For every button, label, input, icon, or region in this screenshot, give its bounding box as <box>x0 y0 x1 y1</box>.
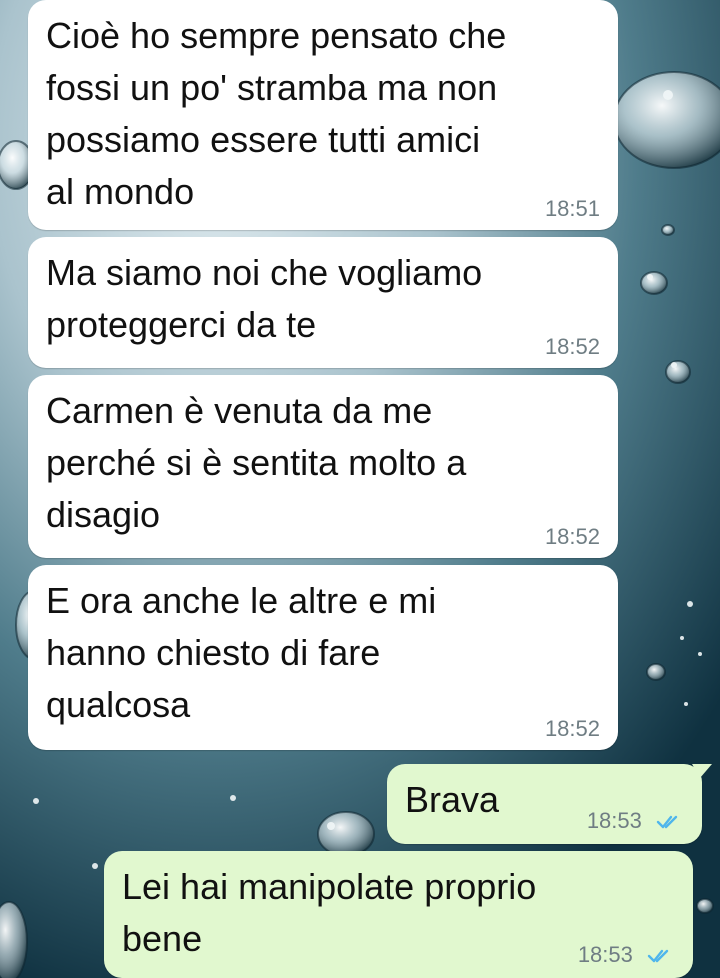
message-meta: 18:53 <box>587 810 684 834</box>
message-text: Carmen è venuta da me perché si è sentit… <box>46 390 467 535</box>
message-timestamp: 18:53 <box>586 808 642 833</box>
incoming-message-bubble[interactable]: Ma siamo noi che vogliamo proteggerci da… <box>28 237 618 368</box>
message-timestamp: 18:52 <box>544 716 600 741</box>
message-text: E ora anche le altre e mi hanno chiesto … <box>46 580 437 725</box>
double-check-icon <box>656 812 684 834</box>
bubble-tail <box>692 764 712 778</box>
message-text: Ma siamo noi che vogliamo proteggerci da… <box>46 252 483 345</box>
message-timestamp: 18:52 <box>544 334 600 359</box>
outgoing-message-bubble[interactable]: Lei hai manipolate proprio bene 18:53 <box>104 851 693 978</box>
message-timestamp: 18:52 <box>544 524 600 549</box>
double-check-icon <box>647 946 675 968</box>
incoming-message-bubble[interactable]: Carmen è venuta da me perché si è sentit… <box>28 375 618 558</box>
message-meta: 18:53 <box>578 944 675 968</box>
incoming-message-bubble[interactable]: Cioè ho sempre pensato che fossi un po' … <box>28 0 618 230</box>
message-timestamp: 18:53 <box>577 942 633 967</box>
outgoing-message-bubble[interactable]: Brava 18:53 <box>387 764 712 844</box>
message-text: Cioè ho sempre pensato che fossi un po' … <box>46 15 507 212</box>
message-timestamp: 18:51 <box>544 196 600 221</box>
incoming-message-bubble[interactable]: E ora anche le altre e mi hanno chiesto … <box>28 565 618 750</box>
chat-thread: Cioè ho sempre pensato che fossi un po' … <box>0 0 720 978</box>
